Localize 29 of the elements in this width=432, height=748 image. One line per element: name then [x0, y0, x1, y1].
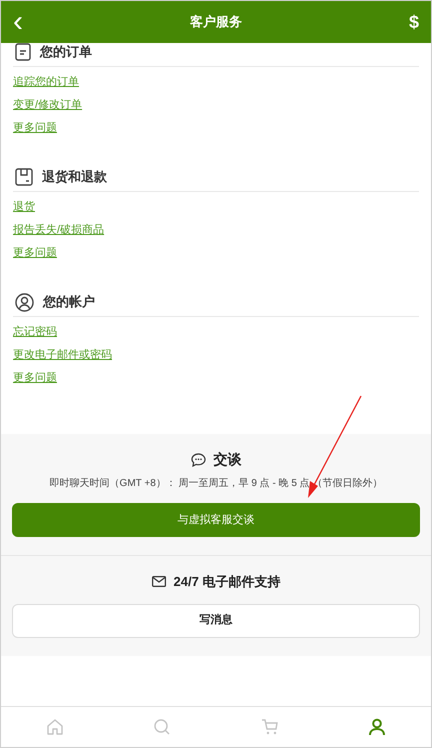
- section-title: 您的帐户: [43, 293, 95, 312]
- user-circle-icon: [15, 292, 34, 312]
- cart-icon[interactable]: [260, 718, 279, 736]
- help-link[interactable]: 追踪您的订单: [13, 71, 79, 94]
- help-link[interactable]: 退货: [13, 196, 35, 219]
- help-link[interactable]: 更改电子邮件或密码: [13, 344, 112, 367]
- chat-bubble-icon: [190, 452, 206, 466]
- back-button[interactable]: ‹: [13, 7, 37, 37]
- home-icon[interactable]: [46, 718, 64, 736]
- write-message-button[interactable]: 写消息: [12, 604, 420, 638]
- section-title: 退货和退款: [42, 168, 107, 186]
- document-icon: [15, 43, 31, 61]
- box-icon: [15, 168, 33, 186]
- currency-button[interactable]: $: [395, 8, 419, 36]
- help-link[interactable]: 变更/修改订单: [13, 94, 82, 117]
- help-link[interactable]: 忘记密码: [13, 321, 57, 344]
- email-support-title: 24/7 电子邮件支持: [174, 573, 280, 591]
- chat-button[interactable]: 与虚拟客服交谈: [12, 503, 420, 537]
- section-title: 您的订单: [40, 43, 92, 62]
- help-link[interactable]: 更多问题: [13, 367, 57, 390]
- envelope-icon: [152, 576, 166, 588]
- chat-hours: 即时聊天时间（GMT +8）： 周一至周五，早 9 点 - 晚 5 点 （节假日除外）: [48, 476, 384, 491]
- search-icon[interactable]: [153, 718, 172, 736]
- chat-title: 交谈: [214, 450, 242, 469]
- help-link[interactable]: 报告丢失/破损商品: [13, 219, 104, 242]
- person-icon[interactable]: [368, 718, 386, 736]
- help-link[interactable]: 更多问题: [13, 117, 57, 140]
- page-title: 客户服务: [189, 13, 243, 32]
- help-link[interactable]: 更多问题: [13, 242, 57, 265]
